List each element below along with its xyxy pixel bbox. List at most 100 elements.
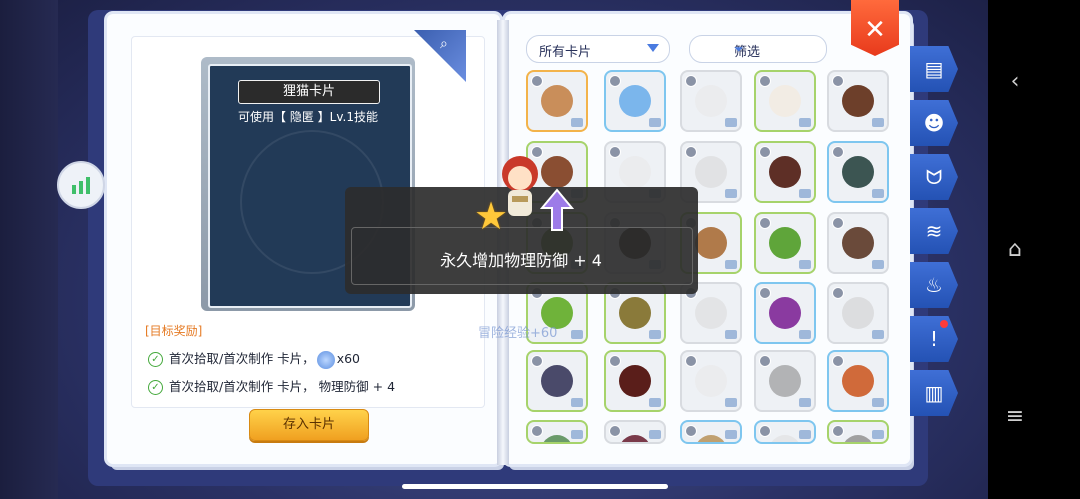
card-slot[interactable] — [827, 350, 889, 412]
stats-float-button[interactable] — [57, 161, 105, 209]
card-type-icon — [531, 355, 543, 367]
monster-portrait — [842, 365, 874, 397]
bar-stats-icon — [72, 177, 90, 194]
card-type-icon — [759, 217, 771, 229]
close-button[interactable]: ✕ — [851, 0, 899, 56]
monster-portrait — [769, 435, 801, 442]
side-tab[interactable]: ▤ — [910, 46, 958, 92]
card-slot[interactable] — [754, 212, 816, 274]
card-slot[interactable] — [680, 70, 742, 132]
card-type-icon — [685, 75, 697, 87]
card-type-icon — [531, 75, 543, 87]
monster-portrait — [541, 435, 573, 442]
card-slot[interactable] — [604, 350, 666, 412]
card-slot[interactable] — [754, 350, 816, 412]
card-slot[interactable] — [827, 420, 889, 444]
card-type-icon — [832, 217, 844, 229]
card-type-icon — [759, 355, 771, 367]
card-badge-icon — [649, 398, 661, 407]
card-slot[interactable] — [604, 70, 666, 132]
reward-section-title: [目标奖励] — [145, 324, 203, 338]
exp-gain-background-text: 冒险经验+60 — [478, 326, 558, 341]
card-badge-icon — [799, 430, 811, 439]
store-card-button[interactable]: 存入卡片 — [249, 409, 369, 441]
card-slot[interactable] — [754, 282, 816, 344]
card-slot[interactable] — [526, 350, 588, 412]
card-slot[interactable] — [754, 70, 816, 132]
monster-portrait — [769, 156, 801, 188]
card-slot[interactable] — [754, 420, 816, 444]
card-slot[interactable] — [604, 420, 666, 444]
monster-portrait — [695, 435, 727, 442]
filter-button[interactable]: 筛选 ⏷ — [689, 35, 827, 63]
card-type-icon — [685, 425, 697, 437]
card-slot[interactable] — [754, 141, 816, 203]
monster-portrait — [842, 156, 874, 188]
back-nav-icon[interactable]: ‹ — [1003, 70, 1027, 94]
menu-nav-icon[interactable]: ≡ — [1003, 405, 1027, 429]
reward-row-text: 首次拾取/首次制作 卡片， — [169, 351, 315, 366]
screen-left-edge — [0, 0, 58, 499]
monster-portrait — [842, 435, 874, 442]
system-home-indicator[interactable] — [402, 484, 668, 489]
card-type-icon — [609, 146, 621, 158]
card-skill-description: 可使用【 隐匿 】Lv.1技能 — [238, 110, 378, 124]
card-badge-icon — [725, 430, 737, 439]
reward-row-suffix: x60 — [336, 351, 360, 366]
card-badge-icon — [725, 330, 737, 339]
card-type-dropdown[interactable]: 所有卡片 — [526, 35, 670, 63]
home-nav-icon[interactable]: ⌂ — [1003, 238, 1027, 262]
card-badge-icon — [799, 330, 811, 339]
card-badge-icon — [571, 330, 583, 339]
card-badge-icon — [799, 118, 811, 127]
monster-portrait — [842, 297, 874, 329]
monster-portrait — [769, 85, 801, 117]
card-type-icon — [685, 146, 697, 158]
side-tab[interactable]: ! — [910, 316, 958, 362]
card-type-icon — [609, 75, 621, 87]
card-type-icon — [531, 425, 543, 437]
card-slot[interactable] — [827, 70, 889, 132]
card-slot[interactable] — [526, 420, 588, 444]
card-slot[interactable] — [827, 282, 889, 344]
cat-ears-icon: ᗢ — [925, 165, 943, 189]
card-badge-icon — [872, 189, 884, 198]
card-badge-icon — [799, 398, 811, 407]
card-slot[interactable] — [827, 141, 889, 203]
monster-portrait — [769, 227, 801, 259]
card-badge-icon — [799, 189, 811, 198]
monster-portrait — [695, 227, 727, 259]
monster-portrait — [842, 85, 874, 117]
card-badge-icon — [872, 398, 884, 407]
monster-portrait — [541, 85, 573, 117]
exp-orb-icon — [316, 350, 335, 369]
check-circle-icon: ✓ — [148, 352, 163, 367]
magnify-card-icon: ⌕ — [440, 36, 448, 52]
monster-portrait — [619, 297, 651, 329]
side-tab[interactable]: ≋ — [910, 208, 958, 254]
card-type-icon — [832, 287, 844, 299]
open-book-icon: ▥ — [924, 381, 944, 405]
stat-up-arrow-icon — [540, 188, 574, 231]
system-nav-panel — [988, 0, 1080, 499]
card-badge-icon — [571, 430, 583, 439]
close-icon: ✕ — [864, 15, 886, 45]
reward-row-1: ✓ 首次拾取/首次制作 卡片， x60 — [148, 348, 360, 369]
monster-portrait — [619, 435, 651, 442]
side-tab[interactable]: ▥ — [910, 370, 958, 416]
alert-person-icon: ! — [929, 327, 939, 351]
side-tab[interactable]: ☻ — [910, 100, 958, 146]
reward-row-text: 首次拾取/首次制作 卡片， 物理防御 + 4 — [169, 379, 396, 394]
card-badge-icon — [872, 430, 884, 439]
monster-portrait — [619, 365, 651, 397]
card-badge-icon — [799, 260, 811, 269]
notification-dot — [940, 320, 948, 328]
side-tab[interactable]: ♨ — [910, 262, 958, 308]
side-tab[interactable]: ᗢ — [910, 154, 958, 200]
card-slot[interactable] — [680, 350, 742, 412]
card-slot[interactable] — [827, 212, 889, 274]
card-type-icon — [832, 355, 844, 367]
monster-portrait — [842, 227, 874, 259]
card-slot[interactable] — [680, 420, 742, 444]
card-slot[interactable] — [526, 70, 588, 132]
